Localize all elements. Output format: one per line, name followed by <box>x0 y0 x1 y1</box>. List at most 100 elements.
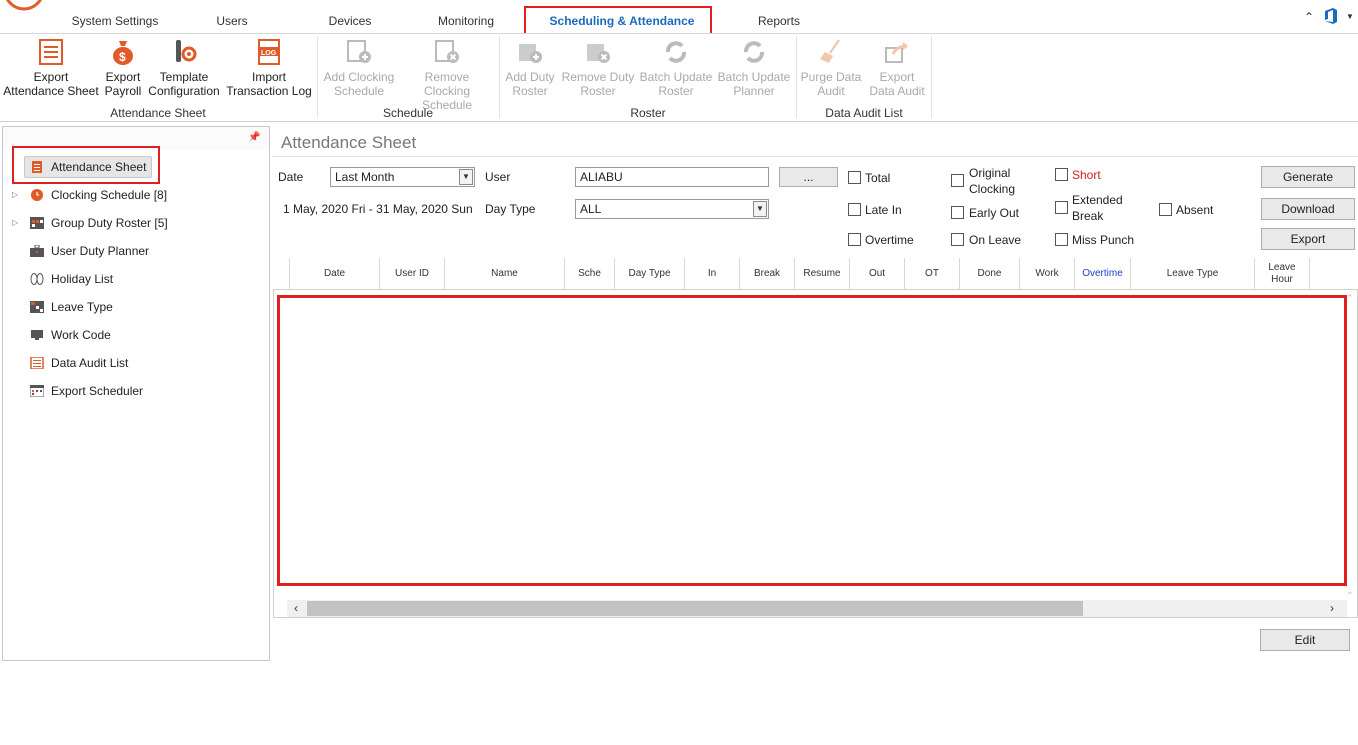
sidebar-item-work-code[interactable]: Work Code <box>30 324 111 346</box>
column-header-day-type[interactable]: Day Type <box>615 258 685 290</box>
column-header-out[interactable]: Out <box>850 258 905 290</box>
sidebar-item-leave-type[interactable]: Leave Type <box>30 296 113 318</box>
sidebar-item-holiday-list[interactable]: Holiday List <box>30 268 113 290</box>
dropdown-arrow-icon[interactable]: ▼ <box>1346 12 1354 21</box>
sidebar-item-group-duty-roster[interactable]: Group Duty Roster [5] <box>30 212 168 234</box>
import-transaction-log-button[interactable]: LOG Import Transaction Log <box>224 34 314 104</box>
refresh-icon <box>744 41 764 63</box>
edit-button[interactable]: Edit <box>1260 629 1350 651</box>
ribbon-group-separator <box>499 36 500 118</box>
original-clocking-checkbox[interactable] <box>951 174 964 187</box>
sidebar-item-data-audit-list[interactable]: Data Audit List <box>30 352 128 374</box>
scroll-up-icon[interactable]: ⌃ <box>1346 293 1354 304</box>
total-checkbox-label: Total <box>865 171 891 185</box>
ribbon-label: Attendance Sheet <box>3 84 99 98</box>
column-header-schedule[interactable]: Sche <box>565 258 615 290</box>
overtime-checkbox[interactable] <box>848 233 861 246</box>
menu-tab-reports[interactable]: Reports <box>740 8 818 34</box>
ribbon-label: Export <box>33 70 69 84</box>
horizontal-scrollbar-thumb[interactable] <box>307 601 1083 616</box>
column-header-name[interactable]: Name <box>445 258 565 290</box>
broom-icon <box>820 39 840 63</box>
log-file-icon: LOG <box>258 39 280 65</box>
user-input[interactable]: ALIABU <box>575 167 769 187</box>
sidebar-item-label: Export Scheduler <box>51 384 144 398</box>
column-header-break[interactable]: Break <box>740 258 795 290</box>
collapse-ribbon-icon[interactable]: ⌃ <box>1304 10 1314 24</box>
scroll-left-icon[interactable]: ‹ <box>294 601 298 615</box>
sidebar-item-export-scheduler[interactable]: Export Scheduler <box>30 380 143 402</box>
early-out-checkbox[interactable] <box>951 206 964 219</box>
share-export-icon <box>885 42 908 63</box>
ribbon-group-label: Attendance Sheet <box>110 106 206 120</box>
on-leave-checkbox[interactable] <box>951 233 964 246</box>
ribbon-label: Audit <box>817 84 845 98</box>
remove-clocking-schedule-button[interactable]: Remove Clocking Schedule <box>400 34 494 112</box>
svg-text:$: $ <box>119 50 126 64</box>
grid-highlight-box <box>277 295 1347 586</box>
early-out-checkbox-label: Early Out <box>969 206 1020 220</box>
pin-icon[interactable]: 📌 <box>248 132 260 143</box>
sidebar-item-attendance-sheet[interactable]: Attendance Sheet <box>30 156 146 178</box>
export-button[interactable]: Export <box>1261 228 1355 250</box>
flip-flops-icon <box>30 273 44 285</box>
export-payroll-button[interactable]: $ Export Payroll <box>102 34 144 104</box>
menu-tab-monitoring[interactable]: Monitoring <box>425 8 507 34</box>
short-checkbox[interactable] <box>1055 168 1068 181</box>
miss-punch-checkbox[interactable] <box>1055 233 1068 246</box>
money-bag-icon: $ <box>113 41 133 65</box>
ribbon-group-separator <box>931 36 932 118</box>
add-clocking-schedule-button[interactable]: Add Clocking Schedule <box>320 34 398 104</box>
chevron-down-icon[interactable]: ▼ <box>753 201 767 217</box>
column-header-leave-hour[interactable]: Leave Hour <box>1255 258 1310 290</box>
date-range-text: 1 May, 2020 Fri - 31 May, 2020 Sun <box>283 202 473 216</box>
extended-break-checkbox[interactable] <box>1055 201 1068 214</box>
add-schedule-icon <box>347 40 371 63</box>
absent-checkbox[interactable] <box>1159 203 1172 216</box>
column-header-done[interactable]: Done <box>960 258 1020 290</box>
column-header-in[interactable]: In <box>685 258 740 290</box>
ribbon-label: Data Audit <box>869 84 925 98</box>
batch-update-planner-button[interactable]: Batch Update Planner <box>716 34 792 104</box>
scroll-right-icon[interactable]: › <box>1330 601 1334 615</box>
browse-user-button[interactable]: ... <box>779 167 838 187</box>
download-button[interactable]: Download <box>1261 198 1355 220</box>
scroll-down-icon[interactable]: ⌄ <box>1346 586 1354 597</box>
menu-tab-devices[interactable]: Devices <box>310 8 390 34</box>
sidebar-item-user-duty-planner[interactable]: User Duty Planner <box>30 240 149 262</box>
day-type-dropdown[interactable]: ALL ▼ <box>575 199 769 219</box>
office-icon[interactable] <box>1324 8 1338 27</box>
ribbon-label: Batch Update <box>717 70 791 84</box>
generate-button[interactable]: Generate <box>1261 166 1355 188</box>
column-header-work[interactable]: Work <box>1020 258 1075 290</box>
expand-arrow-icon[interactable]: ▷ <box>12 218 18 227</box>
svg-text:V3: V3 <box>16 0 36 4</box>
late-in-checkbox[interactable] <box>848 203 861 216</box>
menu-tab-system-settings[interactable]: System Settings <box>60 8 170 34</box>
overtime-checkbox-label: Overtime <box>865 233 914 247</box>
expand-arrow-icon[interactable]: ▷ <box>12 190 18 199</box>
add-duty-roster-button[interactable]: Add Duty Roster <box>502 34 558 104</box>
total-checkbox[interactable] <box>848 171 861 184</box>
ribbon-label: Export <box>105 70 141 84</box>
column-header-resume[interactable]: Resume <box>795 258 850 290</box>
menu-tab-users[interactable]: Users <box>195 8 269 34</box>
ribbon-group-label: Roster <box>630 106 666 120</box>
column-header-overtime[interactable]: Overtime <box>1075 258 1131 290</box>
export-attendance-sheet-button[interactable]: Export Attendance Sheet <box>2 34 100 104</box>
chevron-down-icon[interactable]: ▼ <box>459 169 473 185</box>
column-header-ot[interactable]: OT <box>905 258 960 290</box>
column-header-filler <box>1310 258 1358 290</box>
remove-duty-roster-button[interactable]: Remove Duty Roster <box>560 34 636 104</box>
sidebar-item-label: Leave Type <box>51 300 113 314</box>
batch-update-roster-button[interactable]: Batch Update Roster <box>638 34 714 104</box>
row-selector-header <box>274 258 290 290</box>
column-header-leave-type[interactable]: Leave Type <box>1131 258 1255 290</box>
column-header-date[interactable]: Date <box>290 258 380 290</box>
column-header-user-id[interactable]: User ID <box>380 258 445 290</box>
purge-data-audit-button[interactable]: Purge Data Audit <box>799 34 863 104</box>
sidebar-item-clocking-schedule[interactable]: Clocking Schedule [8] <box>30 184 167 206</box>
date-dropdown[interactable]: Last Month ▼ <box>330 167 475 187</box>
template-configuration-button[interactable]: Template Configuration <box>146 34 222 104</box>
export-data-audit-button[interactable]: Export Data Audit <box>865 34 929 104</box>
